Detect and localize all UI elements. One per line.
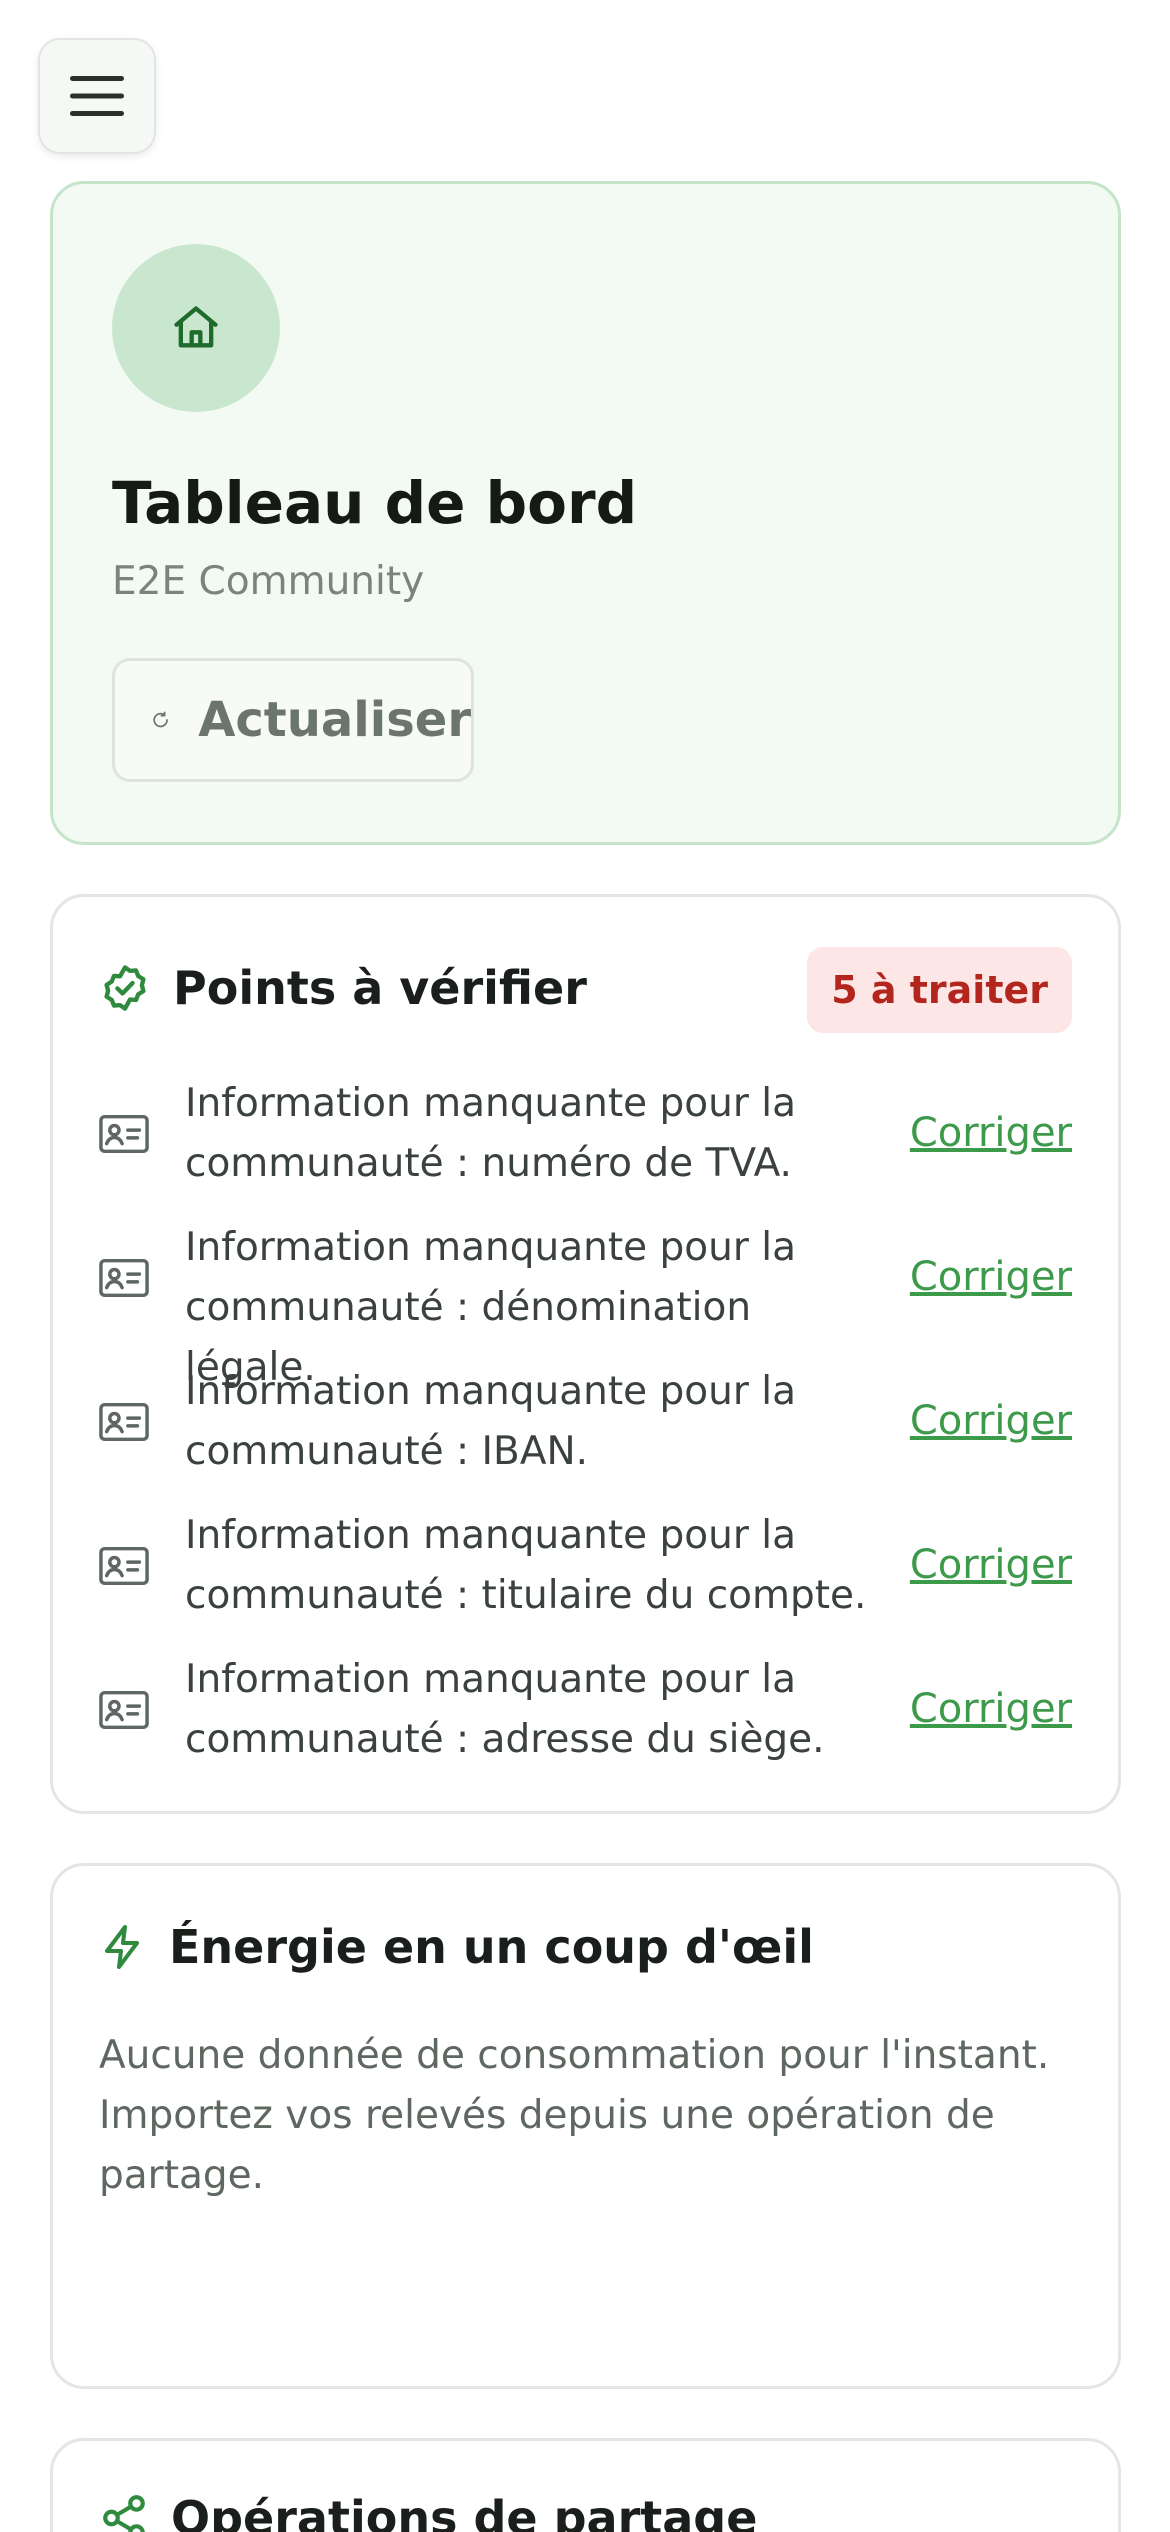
checks-title: Points à vérifier [173,961,587,1015]
operations-header: Opérations de partage [99,2491,757,2532]
fix-link[interactable]: Corriger [910,1110,1072,1156]
community-name: E2E Community [112,559,425,604]
checks-header: Points à vérifier [99,961,587,1015]
dashboard-page: Tableau de bord E2E Community Actualiser… [0,0,1170,2532]
hero-icon-circle [112,244,280,412]
id-card-icon [99,1402,149,1442]
checks-card: Points à vérifier 5 à traiter Informatio… [50,894,1121,1814]
check-text: Information manquante pour la communauté… [185,1369,797,1474]
list-item: Information manquante pour la communauté… [99,1362,1072,1506]
id-card-icon [99,1546,149,1586]
home-icon [174,306,218,348]
dashboard-hero-card: Tableau de bord E2E Community Actualiser [50,181,1121,845]
energy-empty-text: Aucune donnée de consommation pour l'ins… [99,2033,1050,2198]
list-item: Information manquante pour la communauté… [99,1506,1072,1650]
checks-list: Information manquante pour la communauté… [99,1074,1072,1794]
hamburger-menu-icon [70,76,124,116]
operations-card: Opérations de partage [50,2438,1121,2532]
id-card-icon [99,1690,149,1730]
energy-header: Énergie en un coup d'œil [99,1920,814,1974]
refresh-button[interactable]: Actualiser [112,658,474,782]
page-title: Tableau de bord [112,469,638,537]
menu-button[interactable] [38,38,156,154]
lightning-icon [105,1925,139,1969]
fix-link[interactable]: Corriger [910,1254,1072,1300]
check-text: Information manquante pour la communauté… [185,1657,825,1762]
id-card-icon [99,1114,149,1154]
refresh-label: Actualiser [198,692,471,748]
check-text: Information manquante pour la communauté… [185,1513,867,1618]
id-card-icon [99,1258,149,1298]
list-item: Information manquante pour la communauté… [99,1218,1072,1390]
fix-link[interactable]: Corriger [910,1542,1072,1588]
share-icon [103,2495,145,2532]
check-text: Information manquante pour la communauté… [185,1081,797,1186]
fix-link[interactable]: Corriger [910,1398,1072,1444]
operations-title: Opérations de partage [171,2491,758,2532]
energy-card: Énergie en un coup d'œil Aucune donnée d… [50,1863,1121,2389]
list-item: Information manquante pour la communauté… [99,1074,1072,1218]
fix-link[interactable]: Corriger [910,1686,1072,1732]
list-item: Information manquante pour la communauté… [99,1650,1072,1794]
energy-title: Énergie en un coup d'œil [169,1920,814,1974]
refresh-icon [153,711,168,728]
badge-check-icon [104,965,146,1011]
pending-count-badge: 5 à traiter [807,947,1072,1033]
